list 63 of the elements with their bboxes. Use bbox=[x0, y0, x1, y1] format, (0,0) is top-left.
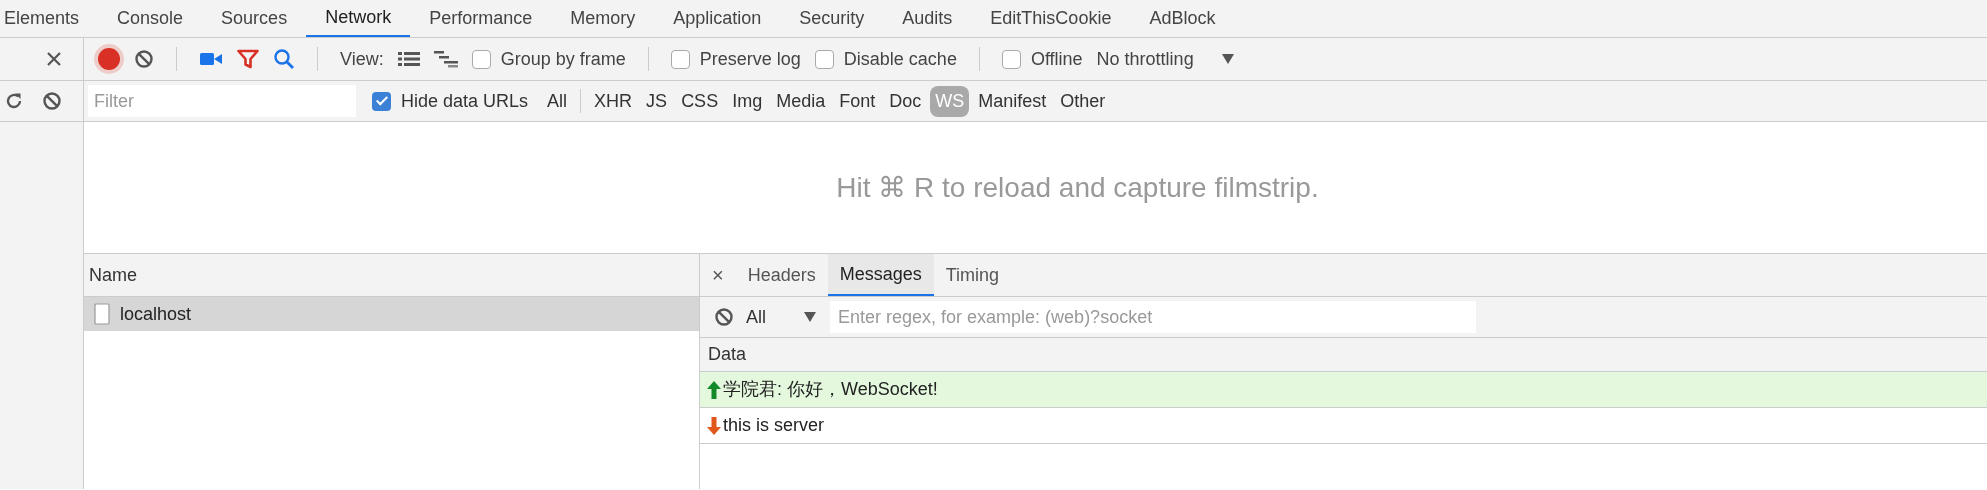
checkbox[interactable] bbox=[814, 49, 834, 69]
detail-tab[interactable]: Messages bbox=[827, 254, 934, 296]
reload-icon[interactable] bbox=[4, 91, 24, 111]
panel-tab[interactable]: Console bbox=[98, 0, 203, 37]
filter-icon[interactable] bbox=[237, 49, 259, 69]
document-icon bbox=[94, 303, 110, 325]
request-row[interactable]: localhost bbox=[84, 297, 699, 331]
checkbox[interactable] bbox=[471, 49, 491, 69]
message-row[interactable]: 学院君: 你好，WebSocket! bbox=[700, 372, 1987, 408]
close-icon[interactable] bbox=[45, 50, 63, 68]
clear-messages-icon[interactable] bbox=[714, 307, 734, 327]
type-filter-button[interactable]: Doc bbox=[884, 85, 927, 117]
checkbox-label: Group by frame bbox=[500, 47, 626, 71]
checkbox[interactable] bbox=[670, 49, 690, 69]
panel-tab[interactable]: AdBlock bbox=[1130, 0, 1235, 37]
type-filter-button[interactable]: Media bbox=[771, 85, 831, 117]
detail-tab[interactable]: Headers bbox=[735, 254, 828, 296]
panel-tab[interactable]: Audits bbox=[883, 0, 972, 37]
down-arrow-icon bbox=[707, 416, 721, 435]
detail-tab[interactable]: Timing bbox=[933, 254, 1012, 296]
request-name: localhost bbox=[120, 302, 192, 326]
type-filter-button[interactable]: All bbox=[542, 85, 573, 117]
panel-tab[interactable]: Application bbox=[654, 0, 781, 37]
block-icon[interactable] bbox=[42, 91, 62, 111]
checkbox-label: Disable cache bbox=[843, 47, 957, 71]
type-filter-button[interactable]: Manifest bbox=[973, 85, 1052, 117]
list-view-icon[interactable] bbox=[397, 51, 420, 67]
type-filter-button[interactable]: Other bbox=[1055, 85, 1111, 117]
message-text: this is server bbox=[723, 414, 825, 437]
waterfall-view-icon[interactable] bbox=[433, 50, 458, 68]
checkbox-label: Offline bbox=[1030, 47, 1083, 71]
dropdown-arrow-icon[interactable] bbox=[1221, 54, 1234, 64]
regex-filter-field[interactable]: Enter regex, for example: (web)?socket bbox=[830, 301, 1476, 333]
type-filter-button[interactable]: Img bbox=[727, 85, 768, 117]
type-filter-button[interactable]: XHR bbox=[589, 85, 638, 117]
up-arrow-icon bbox=[707, 380, 721, 399]
column-header: Data bbox=[700, 338, 1987, 372]
filter-field[interactable]: Filter bbox=[88, 85, 356, 117]
view-label: View: bbox=[340, 47, 384, 71]
video-camera-icon[interactable] bbox=[199, 50, 223, 68]
column-header: Name bbox=[84, 254, 699, 297]
clear-icon[interactable] bbox=[134, 49, 154, 69]
checkbox-label: Preserve log bbox=[699, 47, 801, 71]
panel-tab[interactable]: Memory bbox=[551, 0, 655, 37]
message-text: 学院君: 你好，WebSocket! bbox=[723, 378, 938, 401]
panel-tab[interactable]: EditThisCookie bbox=[971, 0, 1131, 37]
record-button[interactable] bbox=[98, 48, 120, 70]
panel-tab[interactable]: Elements bbox=[0, 0, 99, 37]
filmstrip-hint: Hit ⌘ R to reload and capture filmstrip. bbox=[836, 170, 1319, 205]
message-type-dropdown[interactable]: All bbox=[746, 303, 766, 331]
throttling-dropdown[interactable]: No throttling bbox=[1096, 45, 1194, 73]
search-icon[interactable] bbox=[273, 48, 295, 70]
panel-tab[interactable]: Security bbox=[780, 0, 884, 37]
type-filter-button[interactable]: Font bbox=[834, 85, 881, 117]
dropdown-arrow-icon[interactable] bbox=[804, 312, 816, 322]
panel-tab[interactable]: Performance bbox=[410, 0, 552, 37]
checkbox-label: Hide data URLs bbox=[401, 89, 529, 113]
type-filter-button[interactable]: JS bbox=[641, 85, 673, 117]
panel-tab[interactable]: Sources bbox=[202, 0, 307, 37]
type-filter-button[interactable]: CSS bbox=[676, 85, 724, 117]
checkbox[interactable] bbox=[372, 91, 391, 111]
checkbox[interactable] bbox=[1001, 49, 1021, 69]
close-button[interactable]: × bbox=[712, 260, 724, 290]
